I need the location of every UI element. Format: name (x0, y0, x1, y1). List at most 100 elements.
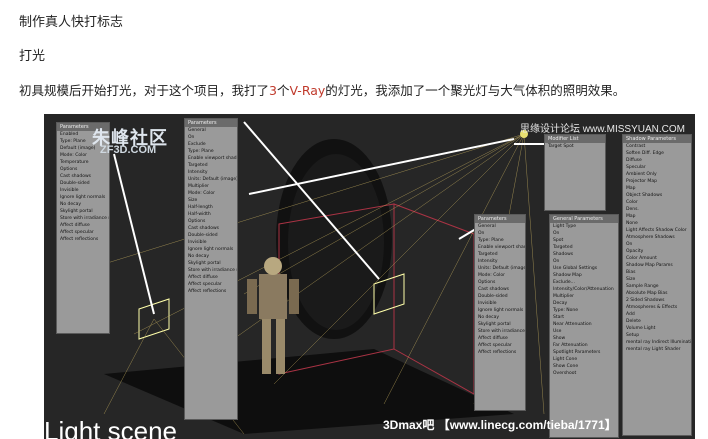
panel-row[interactable]: Units: Default (image) (475, 265, 525, 272)
panel-row[interactable]: Atmospheres & Effects (623, 304, 691, 311)
panel-row[interactable]: Color Amount (623, 255, 691, 262)
panel-row[interactable]: Options (475, 279, 525, 286)
panel-row[interactable]: Show Cone (550, 363, 618, 370)
panel-row[interactable]: Affect diffuse (57, 222, 109, 229)
panel-row[interactable]: Specular (623, 164, 691, 171)
panel-row[interactable]: Size (185, 197, 237, 204)
panel-row[interactable]: Targeted (550, 244, 618, 251)
panel-row[interactable]: Type: Plane (475, 237, 525, 244)
panel-row[interactable]: Ignore light normals (57, 194, 109, 201)
panel-row[interactable]: Cast shadows (57, 173, 109, 180)
panel-row[interactable]: Affect diffuse (185, 274, 237, 281)
panel-row[interactable]: Double-sided (185, 232, 237, 239)
panel-row[interactable]: Ignore light normals (475, 307, 525, 314)
panel-row[interactable]: Far Attenuation (550, 342, 618, 349)
panel-row[interactable]: On (623, 241, 691, 248)
panel-row[interactable]: Store with irradiance map (57, 215, 109, 222)
panel-row[interactable]: No decay (57, 201, 109, 208)
panel-row[interactable]: Invisible (475, 300, 525, 307)
panel-row[interactable]: Affect reflections (475, 349, 525, 356)
panel-row[interactable]: Volume Light (623, 325, 691, 332)
panel-row[interactable]: Delete (623, 318, 691, 325)
panel-row[interactable]: Affect specular (57, 229, 109, 236)
panel-row[interactable]: Ignore light normals (185, 246, 237, 253)
panel-row[interactable]: Mode: Color (475, 272, 525, 279)
panel-row[interactable]: Affect reflections (57, 236, 109, 243)
panel-row[interactable]: Atmosphere Shadows (623, 234, 691, 241)
panel-row[interactable]: Enable viewport shading (475, 244, 525, 251)
panel-row[interactable]: Spot (550, 237, 618, 244)
panel-row[interactable]: Soften Diff. Edge (623, 150, 691, 157)
panel-row[interactable]: Skylight portal (475, 321, 525, 328)
panel-row[interactable]: General (185, 127, 237, 134)
panel-row[interactable]: Near Attenuation (550, 321, 618, 328)
panel-row[interactable]: Double-sided (475, 293, 525, 300)
panel-row[interactable]: mental ray Light Shader (623, 346, 691, 353)
panel-row[interactable]: Intensity/Color/Attenuation (550, 286, 618, 293)
panel-row[interactable]: Add (623, 311, 691, 318)
panel-row[interactable]: Half-length (185, 204, 237, 211)
panel-row[interactable]: Light Type (550, 223, 618, 230)
panel-row[interactable]: On (550, 230, 618, 237)
panel-row[interactable]: Mode: Color (185, 190, 237, 197)
panel-row[interactable]: Store with irradiance map (475, 328, 525, 335)
panel-row[interactable]: No decay (475, 314, 525, 321)
panel-row[interactable]: Store with irradiance map (185, 267, 237, 274)
panel-row[interactable]: Decay (550, 300, 618, 307)
panel-row[interactable]: Shadow Map Params (623, 262, 691, 269)
panel-row[interactable]: Projector Map (623, 178, 691, 185)
panel-row[interactable]: Options (57, 166, 109, 173)
panel-row[interactable]: Ambient Only (623, 171, 691, 178)
panel-row[interactable]: Multiplier (185, 183, 237, 190)
panel-row[interactable]: Dens. (623, 206, 691, 213)
panel-row[interactable]: Size (623, 276, 691, 283)
panel-row[interactable]: Use (550, 328, 618, 335)
panel-row[interactable]: Light Affects Shadow Color (623, 227, 691, 234)
panel-row[interactable]: Overshoot (550, 370, 618, 377)
panel-row[interactable]: Options (185, 218, 237, 225)
panel-row[interactable]: On (185, 134, 237, 141)
panel-row[interactable]: Show (550, 335, 618, 342)
panel-row[interactable]: On (475, 230, 525, 237)
panel-row[interactable]: General (475, 223, 525, 230)
panel-row[interactable]: Cast shadows (185, 225, 237, 232)
panel-row[interactable]: Units: Default (image) (185, 176, 237, 183)
panel-row[interactable]: Invisible (57, 187, 109, 194)
panel-row[interactable]: Setup (623, 332, 691, 339)
panel-row[interactable]: Affect reflections (185, 288, 237, 295)
panel-row[interactable]: Shadows (550, 251, 618, 258)
panel-row[interactable]: Map (623, 185, 691, 192)
panel-row[interactable]: Targeted (185, 162, 237, 169)
panel-row[interactable]: Absolute Map Bias (623, 290, 691, 297)
panel-row[interactable]: Temperature (57, 159, 109, 166)
panel-row[interactable]: Color (623, 199, 691, 206)
panel-row[interactable]: Invisible (185, 239, 237, 246)
panel-row[interactable]: On (550, 258, 618, 265)
panel-row[interactable]: Exclude... (550, 279, 618, 286)
panel-row[interactable]: Enable viewport shading (185, 155, 237, 162)
panel-row[interactable]: Diffuse (623, 157, 691, 164)
panel-row[interactable]: 2 Sided Shadows (623, 297, 691, 304)
panel-row[interactable]: Cast shadows (475, 286, 525, 293)
panel-row[interactable]: mental ray Indirect Illumination (623, 339, 691, 346)
panel-row[interactable]: Intensity (185, 169, 237, 176)
panel-row[interactable]: Shadow Map (550, 272, 618, 279)
panel-row[interactable]: None (623, 220, 691, 227)
panel-row[interactable]: Start (550, 314, 618, 321)
panel-row[interactable]: Type: Plane (185, 148, 237, 155)
panel-row[interactable]: Half-width (185, 211, 237, 218)
panel-row[interactable]: Light Cone (550, 356, 618, 363)
panel-row[interactable]: Spotlight Parameters (550, 349, 618, 356)
panel-row[interactable]: Target Spot (545, 143, 605, 150)
panel-row[interactable]: Exclude (185, 141, 237, 148)
panel-row[interactable]: Skylight portal (185, 260, 237, 267)
panel-row[interactable]: Double-sided (57, 180, 109, 187)
panel-row[interactable]: Affect specular (475, 342, 525, 349)
panel-row[interactable]: Affect specular (185, 281, 237, 288)
panel-row[interactable]: Multiplier (550, 293, 618, 300)
panel-row[interactable]: Sample Range (623, 283, 691, 290)
panel-row[interactable]: Intensity (475, 258, 525, 265)
panel-row[interactable]: Bias (623, 269, 691, 276)
panel-row[interactable]: Skylight portal (57, 208, 109, 215)
panel-row[interactable]: Targeted (475, 251, 525, 258)
